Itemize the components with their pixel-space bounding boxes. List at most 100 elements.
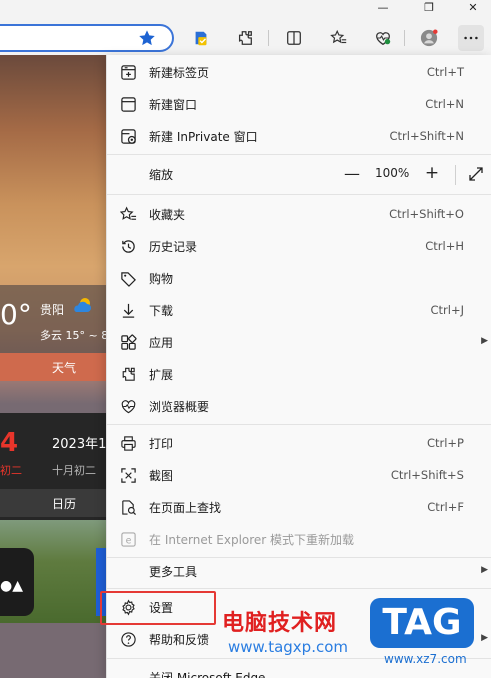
toolbar-divider (268, 30, 269, 46)
favorites-icon[interactable] (326, 25, 352, 51)
calendar-day: 4 (0, 428, 19, 458)
menu-item-extensions[interactable]: 扩展 (107, 358, 491, 390)
submenu-arrow-icon: ▶ (481, 336, 488, 346)
menu-item-label: 扩展 (149, 368, 174, 382)
browser-toolbar: — ❐ ✕ (0, 0, 491, 55)
menu-item-label: 打印 (149, 437, 174, 451)
apps-icon (120, 334, 137, 351)
fullscreen-icon[interactable] (467, 165, 485, 183)
restore-button[interactable]: ❐ (414, 0, 444, 14)
weather-label-bar: 天气 (0, 353, 106, 381)
menu-item-apps[interactable]: 应用 ▶ (107, 326, 491, 358)
menu-item-new-window[interactable]: 新建窗口 Ctrl+N (107, 88, 491, 120)
menu-item-label: 新建窗口 (149, 98, 198, 112)
menu-item-label: 下载 (149, 304, 174, 318)
menu-item-find-on-page[interactable]: 在页面上查找 Ctrl+F (107, 491, 491, 523)
watermark-url: www.tagxp.com (228, 638, 348, 656)
browser-essentials-icon (120, 398, 137, 415)
watermark-tag-logo: TAG (370, 598, 474, 648)
menu-separator (107, 588, 491, 589)
menu-item-label: 在页面上查找 (149, 501, 222, 515)
inprivate-window-icon (120, 128, 137, 145)
shopping-tag-icon (120, 270, 137, 287)
menu-item-label: 帮助和反馈 (149, 633, 210, 647)
menu-item-shortcut: Ctrl+F (427, 500, 464, 514)
calendar-weekday: 初二 (0, 464, 22, 477)
zoom-level: 100% (375, 166, 410, 180)
menu-item-label: 更多工具 (149, 565, 198, 579)
history-icon (120, 238, 137, 255)
menu-item-label: 新建标签页 (149, 66, 210, 80)
menu-item-shortcut: Ctrl+Shift+S (390, 468, 464, 482)
submenu-arrow-icon: ▶ (481, 633, 488, 643)
settings-highlight-box (100, 591, 216, 625)
menu-item-shopping[interactable]: 购物 (107, 262, 491, 294)
browser-essentials-icon[interactable] (370, 25, 396, 51)
menu-item-label: 在 Internet Explorer 模式下重新加载 (149, 533, 355, 547)
profile-avatar-icon[interactable] (416, 25, 442, 51)
menu-item-history[interactable]: 历史记录 Ctrl+H (107, 230, 491, 262)
menu-item-shortcut: Ctrl+Shift+N (389, 129, 464, 143)
partly-cloudy-icon (72, 296, 94, 317)
shield-extension-icon[interactable] (188, 25, 214, 51)
menu-item-shortcut: Ctrl+N (425, 97, 464, 111)
menu-item-shortcut: Ctrl+T (426, 65, 464, 79)
calendar-label-bar: 日历 (0, 489, 106, 517)
menu-item-ie-mode-reload: e 在 Internet Explorer 模式下重新加载 (107, 523, 491, 555)
menu-item-label: 截图 (149, 469, 174, 483)
svg-text:e: e (126, 535, 132, 546)
menu-item-new-tab[interactable]: 新建标签页 Ctrl+T (107, 56, 491, 88)
menu-item-shortcut: Ctrl+H (425, 239, 464, 253)
help-icon (120, 631, 137, 648)
menu-item-label: 购物 (149, 272, 174, 286)
submenu-arrow-icon: ▶ (481, 565, 488, 575)
menu-separator (107, 424, 491, 425)
menu-item-new-inprivate-window[interactable]: 新建 InPrivate 窗口 Ctrl+Shift+N (107, 120, 491, 152)
extensions-icon (120, 366, 137, 383)
menu-separator (107, 154, 491, 155)
calendar-lunar: 十月初二 (52, 464, 96, 477)
weather-description: 多云 15° ~ 8 (40, 329, 109, 342)
watermark-text: 电脑技术网 (222, 611, 338, 636)
screenshot-icon (120, 467, 137, 484)
split-screen-icon[interactable] (281, 25, 307, 51)
calendar-label: 日历 (52, 497, 77, 511)
menu-item-shortcut: Ctrl+P (426, 436, 464, 450)
zoom-in-button[interactable]: + (423, 163, 441, 183)
ie-mode-icon: e (120, 531, 137, 548)
favorite-star-icon[interactable] (134, 25, 160, 51)
menu-item-downloads[interactable]: 下载 Ctrl+J (107, 294, 491, 326)
shapes-logo-icon: ●▲ (0, 578, 23, 594)
menu-item-shortcut: Ctrl+J (430, 303, 465, 317)
more-menu-icon[interactable] (458, 25, 484, 51)
menu-item-label: 历史记录 (149, 240, 198, 254)
favorites-icon (119, 206, 137, 223)
menu-item-label: 收藏夹 (149, 208, 186, 222)
menu-item-favorites[interactable]: 收藏夹 Ctrl+Shift+O (107, 198, 491, 230)
menu-item-print[interactable]: 打印 Ctrl+P (107, 427, 491, 459)
zoom-divider (455, 165, 456, 185)
extensions-icon[interactable] (232, 25, 258, 51)
new-window-icon (120, 96, 137, 113)
calendar-date: 2023年1 (52, 437, 107, 452)
menu-item-label: 浏览器概要 (149, 400, 210, 414)
new-tab-icon (120, 64, 137, 81)
watermark-tag-url: www.xz7.com (384, 652, 467, 666)
settings-and-more-menu: 新建标签页 Ctrl+T 新建窗口 Ctrl+N 新建 InPrivate 窗口… (106, 55, 491, 678)
weather-label: 天气 (52, 361, 77, 375)
menu-item-zoom: 缩放 — 100% + (107, 158, 491, 190)
print-icon (120, 435, 137, 452)
menu-separator (107, 194, 491, 195)
menu-item-label: 新建 InPrivate 窗口 (149, 130, 258, 144)
menu-item-browser-essentials[interactable]: 浏览器概要 (107, 390, 491, 422)
zoom-out-button[interactable]: — (343, 164, 361, 183)
minimize-button[interactable]: — (368, 0, 398, 14)
menu-item-label: 关闭 Microsoft Edge (149, 671, 266, 678)
menu-item-shortcut: Ctrl+Shift+O (389, 207, 464, 221)
menu-item-screenshot[interactable]: 截图 Ctrl+Shift+S (107, 459, 491, 491)
download-icon (120, 302, 137, 319)
find-on-page-icon (120, 499, 137, 516)
menu-item-more-tools[interactable]: 更多工具 ▶ (107, 555, 491, 587)
close-window-button[interactable]: ✕ (458, 0, 488, 14)
menu-item-label: 缩放 (149, 168, 174, 182)
